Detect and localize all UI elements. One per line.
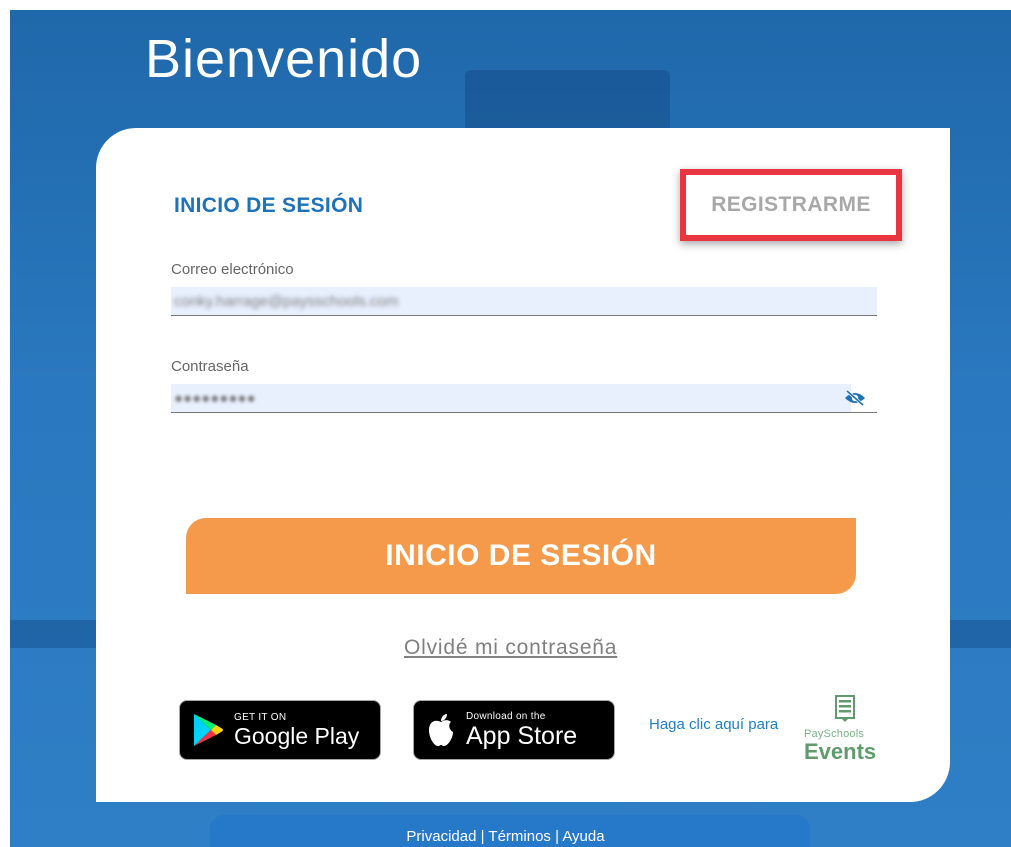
apple-icon bbox=[429, 714, 453, 746]
footer-links: Privacidad | Términos | Ayuda bbox=[0, 828, 1011, 845]
password-field-group: Contraseña bbox=[171, 358, 877, 413]
app-store-badge[interactable]: Download on the App Store bbox=[413, 700, 615, 760]
login-card: INICIO DE SESIÓN REGISTRARME Correo elec… bbox=[96, 128, 950, 802]
forgot-password-link[interactable]: Olvidé mi contraseña bbox=[404, 636, 617, 660]
email-input[interactable] bbox=[171, 287, 831, 315]
app-store-big-text: App Store bbox=[466, 721, 578, 750]
footer-terms-link[interactable]: Términos bbox=[488, 828, 551, 845]
email-field-group: Correo electrónico bbox=[171, 261, 877, 316]
events-calendar-icon bbox=[835, 695, 855, 722]
signin-button[interactable]: INICIO DE SESIÓN bbox=[186, 518, 856, 594]
password-input[interactable] bbox=[171, 384, 831, 412]
register-highlight-box: REGISTRARME bbox=[680, 169, 902, 241]
app-store-small-text: Download on the bbox=[466, 710, 546, 722]
google-play-small-text: GET IT ON bbox=[234, 711, 287, 723]
google-play-big-text: Google Play bbox=[234, 722, 360, 749]
password-input-wrap bbox=[171, 384, 877, 413]
footer-separator: | bbox=[550, 828, 563, 845]
password-label: Contraseña bbox=[171, 358, 249, 375]
footer-privacy-link[interactable]: Privacidad bbox=[406, 828, 476, 845]
email-label: Correo electrónico bbox=[171, 261, 294, 278]
payschools-events-logo[interactable]: PaySchools Events bbox=[804, 695, 886, 770]
events-logo-title: Events bbox=[804, 739, 877, 764]
email-input-wrap bbox=[171, 287, 877, 316]
footer-separator: | bbox=[476, 828, 489, 845]
google-play-icon bbox=[194, 714, 223, 746]
google-play-badge[interactable]: GET IT ON Google Play bbox=[179, 700, 381, 760]
events-link[interactable]: Haga clic aquí para bbox=[649, 716, 778, 733]
login-tab-title[interactable]: INICIO DE SESIÓN bbox=[174, 194, 363, 218]
register-button[interactable]: REGISTRARME bbox=[711, 193, 871, 217]
welcome-heading: Bienvenido bbox=[145, 29, 423, 89]
footer-help-link[interactable]: Ayuda bbox=[562, 828, 604, 845]
eye-slash-icon[interactable] bbox=[843, 390, 867, 406]
